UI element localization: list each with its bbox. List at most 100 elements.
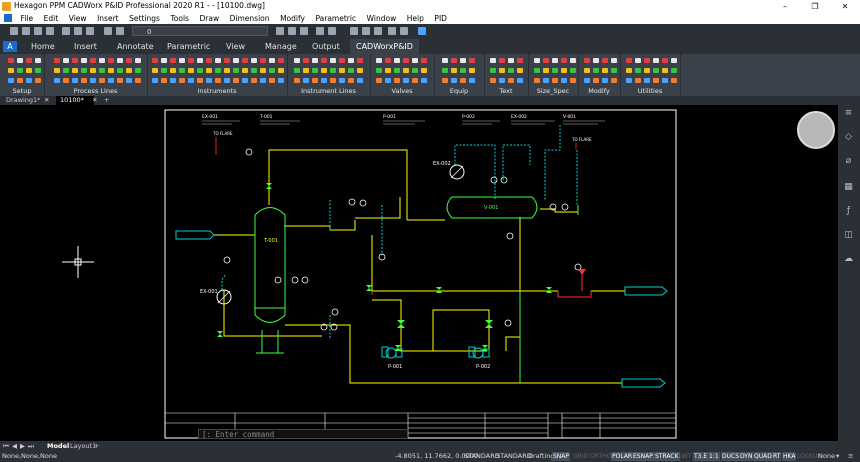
ribbon-tool-icon[interactable] — [517, 78, 523, 83]
ribbon-tool-icon[interactable] — [499, 68, 505, 73]
ribbon-tool-icon[interactable] — [233, 68, 239, 73]
ribbon-tool-icon[interactable] — [242, 78, 248, 83]
toggle-grid[interactable]: GRID — [572, 452, 589, 461]
ribbon-tool-icon[interactable] — [63, 68, 69, 73]
ribbon-tool-icon[interactable] — [421, 68, 427, 73]
minimize-button[interactable]: – — [770, 0, 800, 13]
ribbon-tool-icon[interactable] — [543, 68, 549, 73]
ribbon-tool-icon[interactable] — [54, 68, 60, 73]
ribbon-tool-icon[interactable] — [626, 68, 632, 73]
ribbon-tool-icon[interactable] — [117, 78, 123, 83]
toggle-dyn[interactable]: DYN — [739, 452, 754, 461]
ribbon-tool-icon[interactable] — [63, 78, 69, 83]
function-icon[interactable]: ƒ — [843, 206, 854, 217]
attach-icon[interactable]: ⌀ — [843, 156, 854, 167]
redo-icon[interactable] — [116, 27, 124, 35]
close-button[interactable]: ✕ — [830, 0, 860, 13]
last-layout-icon[interactable]: ⏭ — [28, 441, 34, 451]
design-center-icon[interactable] — [362, 27, 370, 35]
ribbon-tool-icon[interactable] — [294, 58, 300, 63]
ribbon-tool-icon[interactable] — [403, 68, 409, 73]
ribbon-tool-icon[interactable] — [442, 58, 448, 63]
customize-icon[interactable]: ≡ — [848, 451, 853, 462]
ribbon-tool-icon[interactable] — [321, 68, 327, 73]
ribbon-tool-icon[interactable] — [8, 78, 14, 83]
new-file-icon[interactable] — [10, 27, 18, 35]
open-file-icon[interactable] — [22, 27, 30, 35]
ribbon-tool-icon[interactable] — [26, 78, 32, 83]
menu-file[interactable]: File — [17, 13, 38, 24]
ribbon-tool-icon[interactable] — [508, 58, 514, 63]
menu-dimension[interactable]: Dimension — [226, 13, 274, 24]
ribbon-tool-icon[interactable] — [108, 58, 114, 63]
ribbon-tool-icon[interactable] — [233, 78, 239, 83]
ribbon-tool-icon[interactable] — [99, 68, 105, 73]
ribbon-tool-icon[interactable] — [312, 68, 318, 73]
add-layout-button[interactable]: + — [94, 441, 99, 451]
ribbon-tool-icon[interactable] — [242, 58, 248, 63]
application-menu-button[interactable]: A — [3, 41, 17, 52]
view-navigation-wheel[interactable] — [797, 111, 835, 149]
tab-view[interactable]: View — [226, 39, 245, 54]
ribbon-tool-icon[interactable] — [8, 58, 14, 63]
ribbon-tool-icon[interactable] — [197, 78, 203, 83]
toggle-snap[interactable]: SNAP — [552, 452, 571, 461]
menu-tools[interactable]: Tools — [166, 13, 192, 24]
first-layout-icon[interactable]: ⏮ — [3, 441, 9, 451]
ribbon-tool-icon[interactable] — [376, 78, 382, 83]
ribbon-tool-icon[interactable] — [321, 78, 327, 83]
ribbon-tool-icon[interactable] — [99, 58, 105, 63]
ribbon-tool-icon[interactable] — [348, 58, 354, 63]
ribbon-tool-icon[interactable] — [72, 78, 78, 83]
layer-dropdown[interactable]: 0 — [132, 26, 268, 36]
layers-panel-icon[interactable]: ◇ — [843, 132, 854, 143]
pan-icon[interactable] — [288, 27, 296, 35]
ribbon-tool-icon[interactable] — [303, 78, 309, 83]
ribbon-tool-icon[interactable] — [179, 58, 185, 63]
ribbon-tool-icon[interactable] — [206, 68, 212, 73]
ribbon-tool-icon[interactable] — [543, 58, 549, 63]
undo-icon[interactable] — [104, 27, 112, 35]
ribbon-tool-icon[interactable] — [561, 58, 567, 63]
toggle-ortho[interactable]: ORTHO — [589, 452, 612, 461]
ribbon-tool-icon[interactable] — [339, 78, 345, 83]
ribbon-tool-icon[interactable] — [135, 68, 141, 73]
ribbon-tool-icon[interactable] — [348, 68, 354, 73]
toggle-quad[interactable]: QUAD — [753, 452, 773, 461]
ribbon-tool-icon[interactable] — [215, 68, 221, 73]
doc-tab-drawing1-close-icon[interactable]: ✕ — [40, 96, 53, 105]
ribbon-tool-icon[interactable] — [671, 68, 677, 73]
ribbon-tool-icon[interactable] — [348, 78, 354, 83]
ribbon-tool-icon[interactable] — [269, 78, 275, 83]
zoom-icon[interactable] — [300, 27, 308, 35]
doc-tab-drawing1[interactable]: Drawing1* — [2, 96, 44, 105]
ribbon-tool-icon[interactable] — [593, 58, 599, 63]
toggle-esnap[interactable]: ESNAP — [632, 452, 654, 461]
ribbon-tool-icon[interactable] — [278, 68, 284, 73]
ribbon-tool-icon[interactable] — [460, 78, 466, 83]
toggle-rt[interactable]: RT — [772, 452, 782, 461]
tab-insert[interactable]: Insert — [74, 39, 97, 54]
ribbon-tool-icon[interactable] — [653, 78, 659, 83]
ribbon-tool-icon[interactable] — [170, 78, 176, 83]
ribbon-tool-icon[interactable] — [543, 78, 549, 83]
ribbon-tool-icon[interactable] — [385, 68, 391, 73]
ribbon-tool-icon[interactable] — [152, 78, 158, 83]
ribbon-tool-icon[interactable] — [108, 78, 114, 83]
ribbon-tool-icon[interactable] — [188, 68, 194, 73]
workspace-status[interactable]: Drafting — [528, 451, 554, 462]
ribbon-tool-icon[interactable] — [635, 58, 641, 63]
ribbon-tool-icon[interactable] — [242, 68, 248, 73]
ribbon-tool-icon[interactable] — [188, 78, 194, 83]
ribbon-tool-icon[interactable] — [593, 68, 599, 73]
ribbon-tool-icon[interactable] — [117, 58, 123, 63]
ribbon-tool-icon[interactable] — [269, 58, 275, 63]
view-icon[interactable] — [328, 27, 336, 35]
publish-icon[interactable] — [86, 27, 94, 35]
ribbon-tool-icon[interactable] — [17, 68, 23, 73]
ribbon-tool-icon[interactable] — [508, 68, 514, 73]
ribbon-tool-icon[interactable] — [653, 58, 659, 63]
next-layout-icon[interactable]: ▶ — [20, 441, 25, 451]
ribbon-tool-icon[interactable] — [339, 58, 345, 63]
ribbon-tool-icon[interactable] — [161, 68, 167, 73]
